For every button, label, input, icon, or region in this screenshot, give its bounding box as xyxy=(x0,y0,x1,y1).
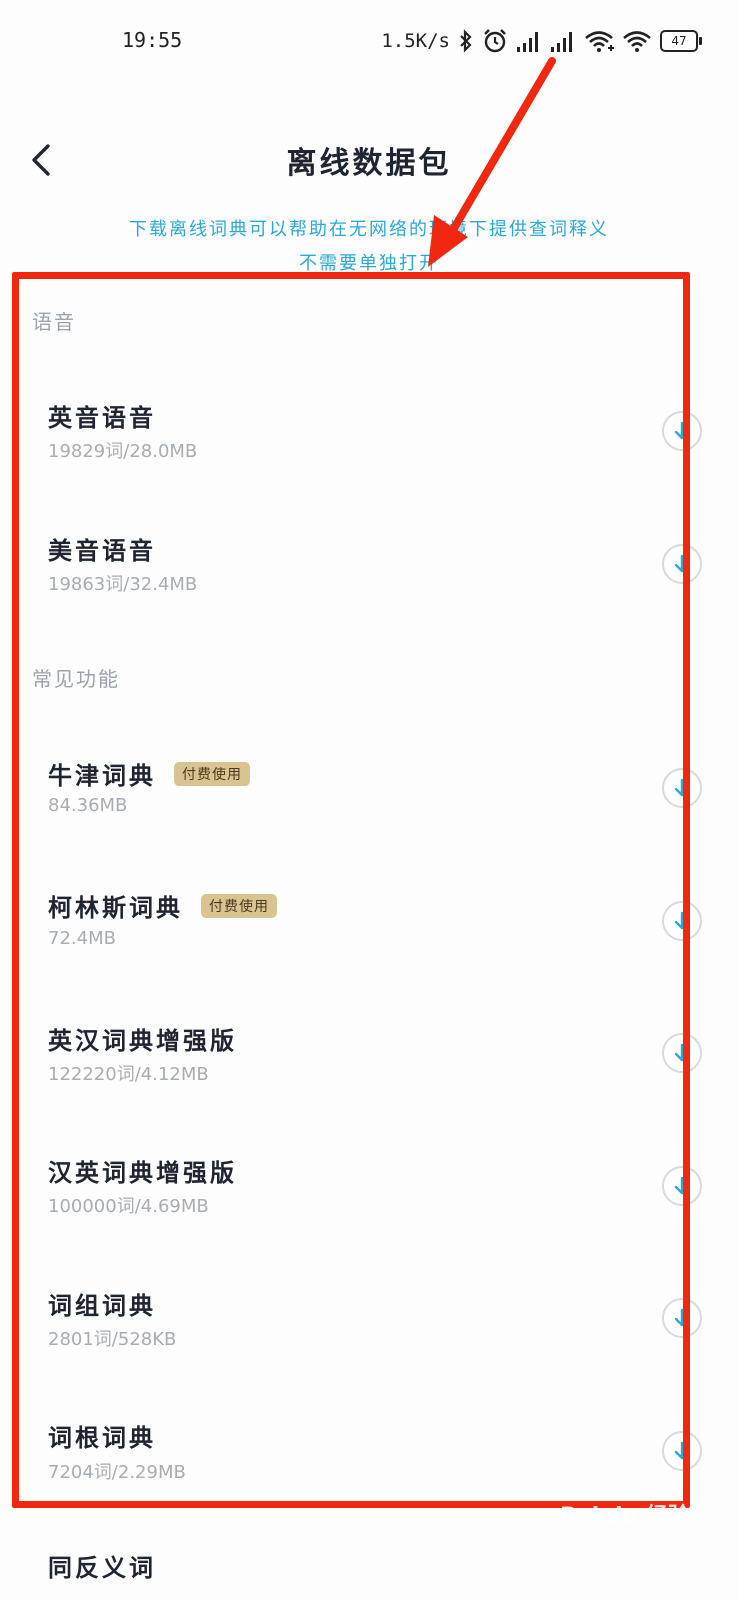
watermark-sub: jingyan.baidu.com xyxy=(598,1530,709,1544)
signal-icon xyxy=(517,32,538,52)
net-speed: 1.5K/s xyxy=(381,30,450,52)
alarm-icon xyxy=(484,29,506,53)
bluetooth-icon xyxy=(460,29,472,53)
status-bar-right: 1.5K/s 47 xyxy=(381,26,702,56)
watermark: Bai du 经验 xyxy=(560,1504,690,1529)
battery-icon: 47 xyxy=(660,30,702,52)
wifi-icon xyxy=(623,31,651,52)
annotation-arrow-icon xyxy=(428,57,556,267)
hint-line-1: 下载离线词典可以帮助在无网络的环境下提供查词释义 xyxy=(129,219,609,240)
item-name: 同反义词 xyxy=(48,1554,156,1582)
wifi-icon xyxy=(585,31,614,52)
signal-icon xyxy=(551,32,572,52)
status-time: 19:55 xyxy=(122,28,183,52)
annotation-frame xyxy=(12,272,690,1508)
page-title: 离线数据包 xyxy=(286,146,452,181)
